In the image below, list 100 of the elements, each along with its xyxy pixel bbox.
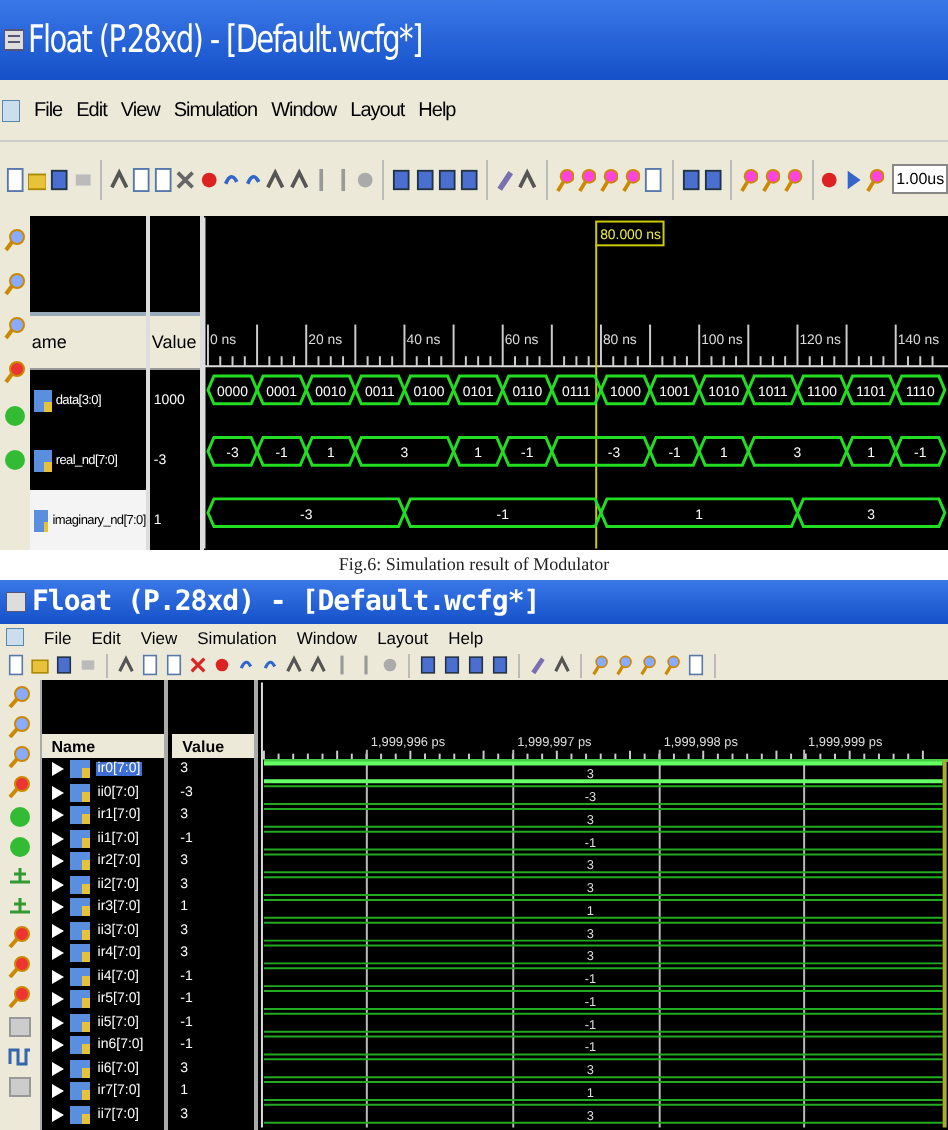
bus-segment [205, 374, 258, 406]
save-icon[interactable] [54, 654, 74, 676]
window-layout-icon[interactable] [442, 654, 462, 676]
window-layout-icon[interactable] [703, 165, 722, 193]
zoom-fit-icon[interactable] [599, 165, 619, 193]
menu-item[interactable]: Simulation [197, 627, 277, 647]
window-layout-icon[interactable] [437, 165, 456, 193]
document-icon [2, 99, 20, 121]
menu-item[interactable]: File [34, 99, 63, 121]
menu-item[interactable]: View [120, 99, 160, 121]
bus-signal-icon [69, 898, 90, 917]
play-icon[interactable] [843, 165, 862, 193]
menu-item[interactable]: Help [448, 627, 484, 647]
zoom-in-icon[interactable] [3, 228, 26, 252]
app-icon [4, 28, 24, 52]
document-icon[interactable] [6, 165, 25, 193]
save-icon[interactable] [50, 165, 70, 193]
menu-item[interactable]: Edit [91, 627, 121, 647]
marker-icon[interactable] [865, 165, 885, 193]
marker-icon[interactable] [662, 654, 682, 676]
menu-item[interactable]: File [44, 627, 72, 647]
paste-icon[interactable] [164, 654, 184, 676]
zoom-fit-icon[interactable] [3, 316, 26, 340]
bus-signal-icon [69, 1013, 90, 1032]
close-icon[interactable] [188, 654, 208, 676]
bus-signal-icon [69, 806, 90, 825]
window-title: Float (P.28xd) - [Default.wcfg*] [32, 586, 540, 618]
zoom-in-icon[interactable] [590, 654, 610, 676]
bus-signal-icon [69, 760, 90, 779]
window-layout-icon[interactable] [460, 165, 479, 193]
panel-icon[interactable] [7, 1076, 32, 1098]
bus-segment [795, 374, 848, 406]
menu-item[interactable]: Help [418, 99, 456, 121]
marker-icon[interactable] [762, 165, 781, 193]
zoom-in-icon[interactable] [555, 165, 574, 193]
marker-icon[interactable] [622, 165, 641, 193]
bus-segment [647, 374, 701, 406]
zoom-out-icon[interactable] [3, 272, 26, 296]
time-cursor[interactable] [594, 244, 597, 550]
marker-icon[interactable] [7, 986, 32, 1008]
zoom-fit-icon[interactable] [638, 654, 658, 676]
document-icon[interactable] [644, 165, 664, 193]
column-header[interactable]: Name [41, 734, 165, 758]
bus-signal-icon [69, 1105, 90, 1124]
column-header[interactable]: ame [29, 316, 146, 370]
marker-icon[interactable] [3, 360, 26, 384]
zoom-out-icon[interactable] [614, 654, 634, 676]
time-field[interactable]: 1.00us [892, 164, 948, 194]
menu-item[interactable]: Layout [377, 627, 429, 647]
zoom-out-icon[interactable] [7, 716, 32, 738]
bus-segment [254, 374, 308, 406]
menu-item[interactable]: Layout [350, 99, 405, 121]
bus-segment [303, 374, 357, 406]
panel-icon[interactable] [7, 1016, 32, 1038]
menu-item[interactable]: Edit [76, 99, 107, 121]
window-title: Float (P.28xd) - [Default.wcfg*] [28, 18, 422, 62]
marker-icon[interactable] [739, 165, 759, 193]
copy-icon[interactable] [132, 165, 151, 193]
copy-icon[interactable] [140, 654, 160, 676]
marker-icon[interactable] [7, 956, 32, 978]
step-icon[interactable] [7, 866, 32, 888]
menu-item[interactable]: View [140, 627, 178, 647]
column-header[interactable]: Value [172, 734, 254, 758]
window-layout-icon[interactable] [681, 165, 700, 193]
app-icon [6, 592, 26, 612]
window-layout-icon[interactable] [418, 654, 438, 676]
marker-icon[interactable] [7, 926, 32, 948]
bus-segment [893, 436, 946, 467]
bus-signal-icon [69, 990, 90, 1009]
menu-item[interactable]: Window [271, 99, 337, 121]
marker-icon[interactable] [784, 165, 804, 193]
zoom-in-icon[interactable] [7, 686, 32, 708]
bus-segment [696, 374, 750, 406]
bus-signal-icon [69, 852, 90, 871]
marker-icon[interactable] [7, 776, 32, 798]
figure-caption: Fig.6: Simulation result of Modulator [336, 552, 612, 578]
bus-segment [745, 374, 799, 406]
bus-signal-icon [33, 389, 52, 411]
window-layout-icon[interactable] [466, 654, 486, 676]
step-icon[interactable] [7, 896, 32, 918]
zoom-out-icon[interactable] [577, 165, 596, 193]
menu-item[interactable]: Window [296, 627, 358, 647]
window-layout-icon[interactable] [392, 165, 412, 193]
bus-segment [254, 436, 308, 467]
menu-item[interactable]: Simulation [173, 99, 258, 121]
window-layout-icon[interactable] [490, 654, 510, 676]
bus-segment [598, 374, 651, 406]
column-header[interactable]: Value [149, 316, 200, 370]
waveform-icon[interactable] [7, 1046, 32, 1068]
window-layout-icon[interactable] [415, 165, 434, 193]
zoom-fit-icon[interactable] [7, 746, 32, 768]
bus-signal-icon [69, 1059, 90, 1078]
stop-icon[interactable] [212, 654, 232, 676]
paste-icon[interactable] [154, 165, 173, 193]
bus-signal-icon [69, 1082, 90, 1101]
document-icon[interactable] [6, 654, 26, 676]
document-icon[interactable] [686, 654, 706, 676]
bus-signal-icon [69, 967, 90, 986]
bus-signal-icon [69, 875, 90, 894]
bus-signal-icon [33, 509, 49, 531]
